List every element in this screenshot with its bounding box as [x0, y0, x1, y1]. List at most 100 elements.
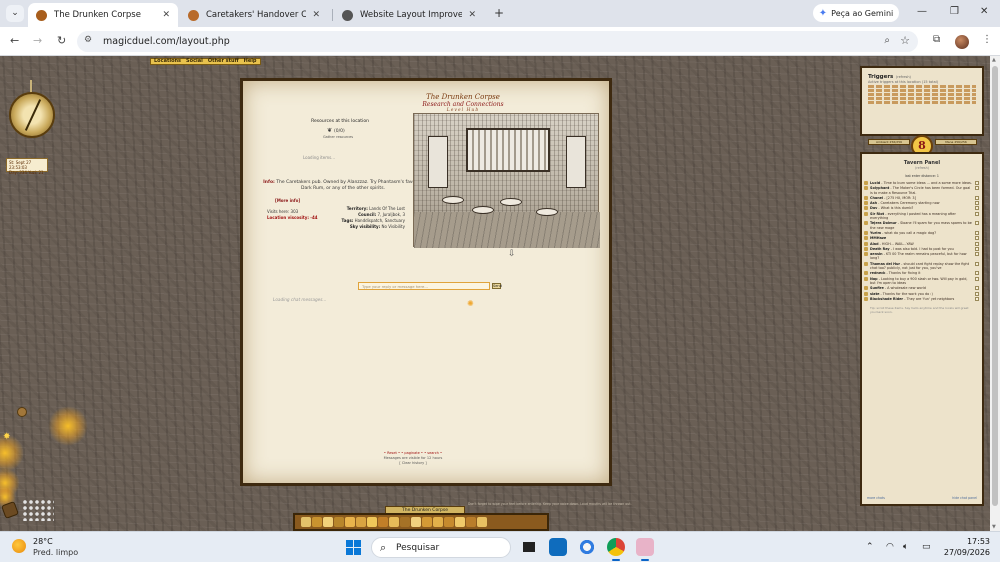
app-arc-icon[interactable]	[636, 538, 654, 561]
chat-username[interactable]: Blackshade Rider	[870, 297, 903, 301]
tab-the-drunken-corpse[interactable]: The Drunken Corpse ✕	[28, 3, 178, 27]
minimize-icon[interactable]: —	[917, 6, 927, 17]
tray-chevron-icon[interactable]: ⌃	[866, 542, 874, 552]
chat-reply-checkbox[interactable]	[975, 211, 979, 216]
message-input[interactable]: Type your reply or message here...	[358, 282, 490, 290]
chat-reply-checkbox[interactable]	[975, 271, 979, 276]
action-bar-icon[interactable]	[389, 517, 399, 527]
chat-username[interactable]: Ash	[870, 201, 877, 205]
tab-caretakers-handover[interactable]: Caretakers' Handover Ceremon ✕	[180, 3, 328, 27]
chat-username[interactable]: Dav	[870, 206, 877, 210]
clock-time[interactable]: 17:53	[940, 537, 990, 546]
address-bar[interactable]: ⚙ magicduel.com/layout.php ⌕ ☆	[77, 31, 918, 52]
chat-username[interactable]: Sunfire	[870, 286, 884, 290]
profile-avatar[interactable]	[955, 35, 969, 49]
chat-reply-checkbox[interactable]	[975, 201, 979, 206]
quick-slots-grid[interactable]	[22, 499, 54, 521]
chat-user-icon[interactable]	[864, 246, 868, 251]
site-info-icon[interactable]: ⚙	[84, 35, 92, 45]
action-bar-icon[interactable]	[323, 517, 333, 527]
chat-reply-checkbox[interactable]	[975, 276, 979, 281]
scene-nav-arrow-icon[interactable]: ⇩	[508, 249, 516, 259]
windows-start-icon[interactable]	[346, 540, 361, 555]
chat-username[interactable]: Yurim	[870, 231, 881, 235]
action-bar-icon[interactable]	[466, 517, 476, 527]
chat-user-icon[interactable]	[864, 201, 868, 206]
chat-user-icon[interactable]	[864, 286, 868, 291]
action-bar-icon[interactable]	[422, 517, 432, 527]
chat-user-icon[interactable]	[864, 206, 868, 211]
forward-arrow-icon[interactable]: →	[33, 34, 42, 47]
menu-item-social[interactable]: Social	[186, 59, 203, 64]
bookmark-star-icon[interactable]: ☆	[900, 34, 910, 47]
chat-reply-checkbox[interactable]	[975, 186, 979, 191]
chat-user-icon[interactable]	[864, 211, 868, 216]
chat-user-icon[interactable]	[864, 276, 868, 281]
chat-reply-checkbox[interactable]	[975, 296, 979, 301]
url-text[interactable]: magicduel.com/layout.php	[103, 36, 230, 47]
chat-reply-checkbox[interactable]	[975, 221, 979, 226]
tavern-refresh-link[interactable]: (refresh)	[862, 166, 982, 170]
chat-user-icon[interactable]	[864, 261, 868, 266]
window-close-icon[interactable]: ✕	[980, 6, 988, 17]
chat-reply-checkbox[interactable]	[975, 252, 979, 257]
weather-sun-icon[interactable]	[12, 539, 26, 553]
copilot-icon[interactable]	[578, 538, 596, 556]
chat-user-icon[interactable]	[864, 252, 868, 257]
action-bar-icon[interactable]	[400, 517, 410, 527]
chat-reply-checkbox[interactable]	[975, 241, 979, 246]
chat-reply-checkbox[interactable]	[975, 286, 979, 291]
action-bar-icon[interactable]	[301, 517, 311, 527]
tab-website-layout[interactable]: Website Layout Improvements ✕	[334, 3, 484, 27]
tab-close-icon[interactable]: ✕	[312, 10, 320, 20]
tab-search-menu-icon[interactable]: ⌄	[6, 5, 24, 22]
triggers-refresh-link[interactable]: (refresh)	[896, 75, 911, 79]
volume-icon[interactable]: 🔈︎	[903, 542, 908, 552]
chat-user-icon[interactable]	[864, 181, 868, 185]
page-scrollbar[interactable]: ▲ ▼	[990, 56, 1000, 531]
gemini-button[interactable]: ✦ Peça ao Gemini	[813, 4, 899, 22]
chrome-icon[interactable]	[607, 538, 625, 561]
chat-user-icon[interactable]	[864, 195, 868, 200]
tab-close-icon[interactable]: ✕	[468, 10, 476, 20]
action-bar-icon[interactable]	[477, 517, 487, 527]
chat-user-icon[interactable]	[864, 186, 868, 191]
chat-user-icon[interactable]	[864, 241, 868, 246]
trigger-row[interactable]	[868, 101, 976, 104]
menu-item-help[interactable]: Help	[244, 59, 257, 64]
chat-user-icon[interactable]	[864, 291, 868, 296]
chat-footer-links[interactable]: • Reset • • paginate • • search •	[384, 451, 442, 455]
trigger-row[interactable]	[868, 89, 976, 92]
chat-reply-checkbox[interactable]	[975, 291, 979, 296]
extensions-icon[interactable]: ⧉	[933, 34, 940, 45]
scroll-up-icon[interactable]: ▲	[992, 57, 996, 63]
more-info-link[interactable]: [More info]	[275, 198, 300, 203]
wifi-icon[interactable]: ◠	[886, 542, 894, 552]
trigger-row[interactable]	[868, 93, 976, 96]
chat-user-icon[interactable]	[864, 230, 868, 235]
chat-username[interactable]: MMHaze	[870, 236, 886, 240]
chat-reply-checkbox[interactable]	[975, 230, 979, 235]
task-view-icon[interactable]	[520, 538, 538, 556]
taskbar-search[interactable]: ⌕ Pesquisar	[371, 537, 511, 558]
more-chats-link[interactable]: more chats	[867, 496, 885, 500]
reload-icon[interactable]: ↻	[57, 34, 66, 47]
tab-close-icon[interactable]: ✕	[162, 10, 170, 20]
chat-username[interactable]: Chanel	[870, 196, 883, 200]
compass-clock-icon[interactable]	[9, 92, 55, 138]
clock-date[interactable]: 27/09/2026	[930, 548, 990, 557]
action-bar-icon[interactable]	[444, 517, 454, 527]
hide-chat-link[interactable]: hide chat panel	[952, 496, 977, 500]
chat-reply-checkbox[interactable]	[975, 246, 979, 251]
inventory-bag-icon[interactable]	[1, 501, 19, 519]
scrollbar-thumb[interactable]	[992, 66, 998, 506]
action-bar-icon[interactable]	[312, 517, 322, 527]
tavern-scene-image[interactable]	[413, 113, 600, 248]
chat-user-icon[interactable]	[864, 271, 868, 276]
weather-temp[interactable]: 28°C	[33, 537, 53, 546]
chat-username[interactable]: Lucid	[870, 181, 880, 185]
outlook-icon[interactable]	[549, 538, 567, 556]
chat-username[interactable]: Death Ray	[870, 247, 890, 251]
chat-username[interactable]: slate	[870, 292, 879, 296]
menu-item-locations[interactable]: Locations	[154, 59, 181, 64]
